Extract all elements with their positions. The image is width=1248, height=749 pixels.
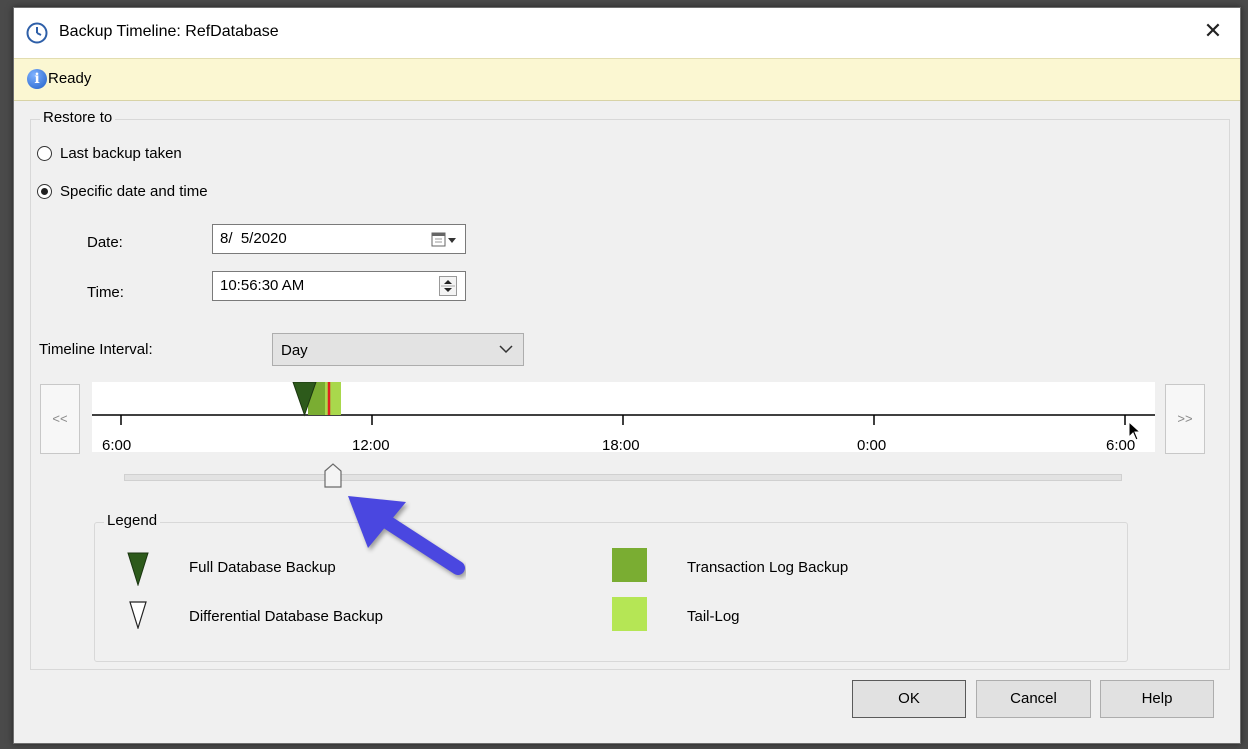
timeline-slider-thumb[interactable] <box>323 463 343 489</box>
radio-button[interactable] <box>37 146 52 161</box>
mouse-cursor-icon <box>1128 421 1142 441</box>
title-bar: Backup Timeline: RefDatabase ✕ <box>14 8 1240 58</box>
next-label: >> <box>1177 411 1193 426</box>
time-picker[interactable]: 10:56:30 AM <box>212 271 466 301</box>
date-value: 8/ 5/2020 <box>220 230 287 247</box>
chevron-down-icon <box>499 345 513 354</box>
timeline-next-button[interactable]: >> <box>1165 384 1205 454</box>
clock-icon <box>26 22 48 44</box>
legend-item-transaction-log: Transaction Log Backup <box>687 559 849 576</box>
timeline-prev-button[interactable]: << <box>40 384 80 454</box>
prev-label: << <box>52 411 68 426</box>
date-label: Date: <box>87 234 123 251</box>
radio-specific-datetime[interactable]: Specific date and time <box>37 183 208 200</box>
radio-last-backup[interactable]: Last backup taken <box>37 145 182 162</box>
ok-button[interactable]: OK <box>852 680 966 718</box>
backup-timeline[interactable]: 6:00 12:00 18:00 0:00 6:00 <box>92 382 1155 454</box>
time-label: Time: <box>87 284 124 301</box>
close-icon: ✕ <box>1203 18 1223 43</box>
tick-label: 12:00 <box>352 437 390 454</box>
close-button[interactable]: ✕ <box>1200 18 1226 44</box>
annotation-arrow-icon <box>348 496 465 575</box>
window-title: Backup Timeline: RefDatabase <box>59 23 279 40</box>
legend-label: Legend <box>104 512 161 529</box>
timeline-interval-select[interactable]: Day <box>272 333 524 366</box>
differential-backup-icon <box>129 601 147 629</box>
timeline-interval-value: Day <box>281 342 308 359</box>
calendar-dropdown-icon[interactable] <box>431 232 457 248</box>
legend-item-full-backup: Full Database Backup <box>189 559 336 576</box>
date-picker[interactable]: 8/ 5/2020 <box>212 224 466 254</box>
tick-label: 6:00 <box>102 437 132 454</box>
legend-item-tail-log: Tail-Log <box>687 608 740 625</box>
radio-button[interactable] <box>37 184 52 199</box>
legend-group <box>94 522 1128 662</box>
status-bar: i Ready <box>14 58 1240 101</box>
radio-label: Specific date and time <box>60 183 208 200</box>
backup-timeline-dialog: Backup Timeline: RefDatabase ✕ i Ready R… <box>13 7 1241 744</box>
help-button[interactable]: Help <box>1100 680 1214 718</box>
timeline-interval-label: Timeline Interval: <box>39 341 153 358</box>
tail-log-mark[interactable] <box>325 382 341 415</box>
time-spinner[interactable] <box>439 276 457 296</box>
spinner-arrows-icon[interactable] <box>440 277 456 295</box>
tick-label: 18:00 <box>602 437 640 454</box>
tail-log-icon <box>612 597 647 631</box>
timeline-major-ticks <box>120 415 1126 425</box>
status-text: Ready <box>48 70 92 87</box>
full-backup-icon <box>127 552 149 586</box>
time-value: 10:56:30 AM <box>220 277 305 294</box>
restore-to-label: Restore to <box>40 109 116 126</box>
tick-label: 0:00 <box>857 437 887 454</box>
radio-label: Last backup taken <box>60 145 182 162</box>
transaction-log-icon <box>612 548 647 582</box>
legend-item-differential-backup: Differential Database Backup <box>189 608 384 625</box>
timeline-slider-track[interactable] <box>124 474 1122 481</box>
info-icon: i <box>27 69 47 89</box>
cancel-button[interactable]: Cancel <box>976 680 1091 718</box>
